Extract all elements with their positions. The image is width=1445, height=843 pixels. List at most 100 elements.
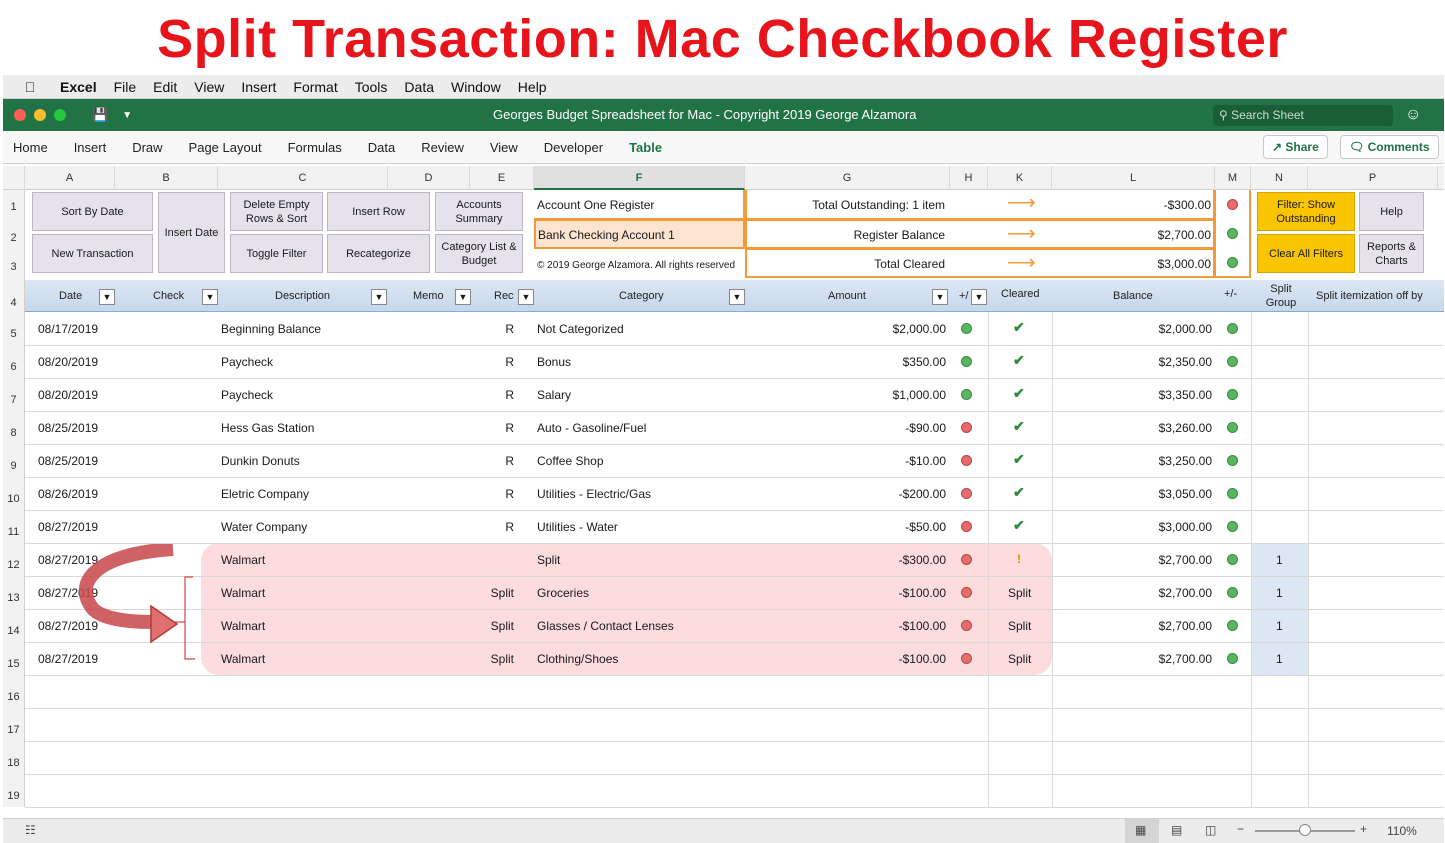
- register-name-cell[interactable]: Account One Register: [534, 190, 745, 220]
- row-number[interactable]: 19: [3, 774, 25, 807]
- cleared-check-icon[interactable]: ✔: [1013, 451, 1025, 468]
- rec-cell[interactable]: R: [505, 487, 514, 501]
- search-sheet-input[interactable]: ⚲ Search Sheet: [1213, 105, 1393, 126]
- tab-developer[interactable]: Developer: [544, 140, 603, 155]
- col-header-m[interactable]: M: [1215, 166, 1251, 190]
- clear-filters-button[interactable]: Clear All Filters: [1257, 234, 1355, 273]
- table-row[interactable]: 11 08/27/2019 Water Company R Utilities - Wa…: [3, 510, 1444, 543]
- col-header-c[interactable]: C: [218, 166, 388, 190]
- col-header-f[interactable]: F: [534, 166, 745, 190]
- menu-window[interactable]: Window: [451, 79, 501, 95]
- col-header-k[interactable]: K: [988, 166, 1052, 190]
- accounts-summary-button[interactable]: Accounts Summary: [435, 192, 523, 231]
- date-cell[interactable]: 08/20/2019: [38, 388, 98, 402]
- insert-row-button[interactable]: Insert Row: [327, 192, 430, 231]
- amount-cell[interactable]: -$100.00: [899, 652, 946, 666]
- cleared-cell[interactable]: Split: [1008, 619, 1031, 633]
- rec-cell[interactable]: Split: [491, 652, 514, 666]
- split-group-value[interactable]: 1: [1276, 553, 1283, 567]
- rec-cell[interactable]: R: [505, 454, 514, 468]
- memo-filter-dropdown[interactable]: ▼: [455, 289, 471, 305]
- table-row[interactable]: 13 08/27/2019 Walmart Split Groceries -$100.0…: [3, 576, 1444, 609]
- date-cell[interactable]: 08/27/2019: [38, 520, 98, 534]
- col-header-g[interactable]: G: [745, 166, 950, 190]
- balance-cell[interactable]: $2,700.00: [1159, 619, 1212, 633]
- balance-cell[interactable]: $2,700.00: [1159, 586, 1212, 600]
- menu-insert[interactable]: Insert: [241, 79, 276, 95]
- tab-view[interactable]: View: [490, 140, 518, 155]
- category-cell[interactable]: Coffee Shop: [537, 454, 604, 468]
- comments-button[interactable]: 🗨 Comments: [1340, 135, 1439, 159]
- category-cell[interactable]: Split: [537, 553, 560, 567]
- amount-cell[interactable]: -$200.00: [899, 487, 946, 501]
- col-header-l[interactable]: L: [1052, 166, 1215, 190]
- rec-cell[interactable]: R: [505, 421, 514, 435]
- category-filter-dropdown[interactable]: ▼: [729, 289, 745, 305]
- category-list-button[interactable]: Category List & Budget: [435, 234, 523, 273]
- apple-icon[interactable]: : [17, 79, 43, 95]
- select-all-corner[interactable]: [3, 166, 25, 190]
- rec-cell[interactable]: R: [505, 388, 514, 402]
- tab-table[interactable]: Table: [629, 140, 662, 155]
- date-cell[interactable]: 08/25/2019: [38, 421, 98, 435]
- balance-cell[interactable]: $2,350.00: [1159, 355, 1212, 369]
- toggle-filter-button[interactable]: Toggle Filter: [230, 234, 323, 273]
- rec-cell[interactable]: Split: [491, 619, 514, 633]
- row-number[interactable]: 17: [3, 708, 25, 741]
- tab-page-layout[interactable]: Page Layout: [189, 140, 262, 155]
- tab-draw[interactable]: Draw: [132, 140, 162, 155]
- category-cell[interactable]: Salary: [537, 388, 571, 402]
- description-cell[interactable]: Walmart: [221, 586, 265, 600]
- row-number[interactable]: 10: [3, 477, 25, 510]
- date-cell[interactable]: 08/25/2019: [38, 454, 98, 468]
- zoom-in-button[interactable]: +: [1360, 822, 1367, 836]
- row-number[interactable]: 5: [3, 312, 25, 345]
- cleared-check-icon[interactable]: ✔: [1013, 319, 1025, 336]
- table-row[interactable]: 15 08/27/2019 Walmart Split Clothing/Shoes -$…: [3, 642, 1444, 675]
- cleared-check-icon[interactable]: ✔: [1013, 484, 1025, 501]
- split-group-value[interactable]: 1: [1276, 586, 1283, 600]
- insert-date-button[interactable]: Insert Date: [158, 192, 225, 273]
- description-cell[interactable]: Beginning Balance: [221, 322, 321, 336]
- description-cell[interactable]: Dunkin Donuts: [221, 454, 300, 468]
- split-group-value[interactable]: 1: [1276, 652, 1283, 666]
- minimize-window-button[interactable]: [34, 109, 46, 121]
- amount-filter-dropdown[interactable]: ▼: [932, 289, 948, 305]
- menu-tools[interactable]: Tools: [355, 79, 388, 95]
- description-cell[interactable]: Walmart: [221, 553, 265, 567]
- description-cell[interactable]: Hess Gas Station: [221, 421, 314, 435]
- split-group-value[interactable]: 1: [1276, 619, 1283, 633]
- new-transaction-button[interactable]: New Transaction: [32, 234, 153, 273]
- date-cell[interactable]: 08/17/2019: [38, 322, 98, 336]
- rec-cell[interactable]: R: [505, 520, 514, 534]
- cleared-cell[interactable]: Split: [1008, 652, 1031, 666]
- row-number[interactable]: 7: [3, 378, 25, 411]
- date-cell[interactable]: 08/20/2019: [38, 355, 98, 369]
- category-cell[interactable]: Bonus: [537, 355, 571, 369]
- balance-cell[interactable]: $2,000.00: [1159, 322, 1212, 336]
- row-number[interactable]: 13: [3, 576, 25, 609]
- cleared-check-icon[interactable]: ✔: [1013, 517, 1025, 534]
- col-header-d[interactable]: D: [388, 166, 470, 190]
- menu-data[interactable]: Data: [404, 79, 434, 95]
- table-row[interactable]: 7 08/20/2019 Paycheck R Salary $1,000.00 ✔ $3,3…: [3, 378, 1444, 411]
- amount-cell[interactable]: -$90.00: [905, 421, 946, 435]
- balance-cell[interactable]: $3,260.00: [1159, 421, 1212, 435]
- user-icon[interactable]: ☺: [1405, 106, 1421, 124]
- description-cell[interactable]: Walmart: [221, 652, 265, 666]
- rec-cell[interactable]: R: [505, 355, 514, 369]
- filter-outstanding-button[interactable]: Filter: Show Outstanding: [1257, 192, 1355, 231]
- save-icon[interactable]: 💾: [92, 107, 108, 123]
- row-number[interactable]: 3: [3, 249, 25, 278]
- col-header-n[interactable]: N: [1251, 166, 1308, 190]
- balance-cell[interactable]: $2,700.00: [1159, 553, 1212, 567]
- rec-cell[interactable]: Split: [491, 586, 514, 600]
- description-filter-dropdown[interactable]: ▼: [371, 289, 387, 305]
- table-row[interactable]: 14 08/27/2019 Walmart Split Glasses / Contac…: [3, 609, 1444, 642]
- category-cell[interactable]: Glasses / Contact Lenses: [537, 619, 674, 633]
- description-cell[interactable]: Water Company: [221, 520, 307, 534]
- cleared-check-icon[interactable]: ✔: [1013, 352, 1025, 369]
- page-layout-view-icon[interactable]: ▤: [1171, 823, 1182, 837]
- amount-cell[interactable]: $1,000.00: [893, 388, 946, 402]
- table-row[interactable]: 6 08/20/2019 Paycheck R Bonus $350.00 ✔ $2,350.…: [3, 345, 1444, 378]
